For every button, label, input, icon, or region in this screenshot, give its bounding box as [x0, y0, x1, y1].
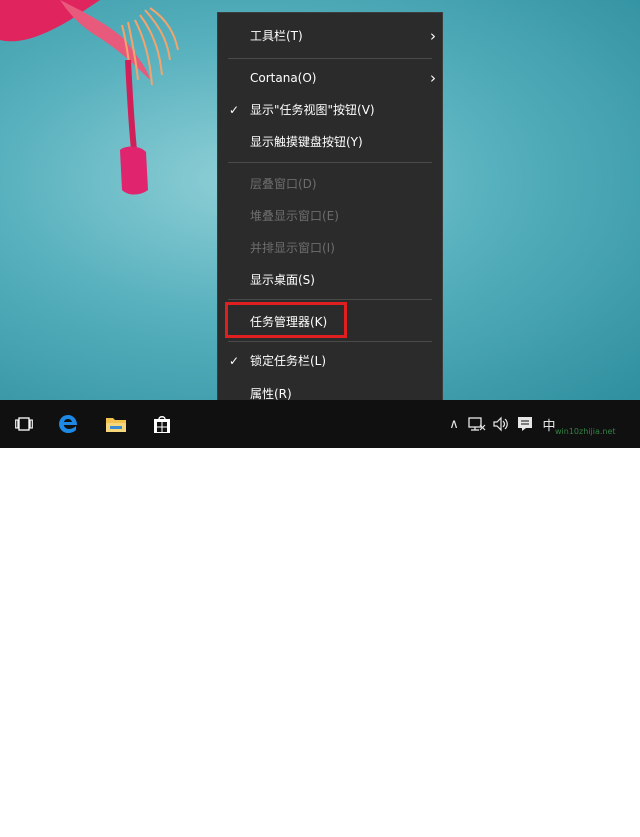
submenu-arrow-icon: › [430, 69, 436, 87]
file-explorer-button[interactable] [96, 400, 136, 448]
submenu-arrow-icon: › [430, 27, 436, 45]
store-button[interactable] [142, 400, 182, 448]
file-explorer-icon [106, 418, 126, 432]
edge-button[interactable] [48, 400, 88, 448]
taskbar: ∧ 中 17:47 2016/4/5 [0, 400, 640, 835]
volume-button[interactable] [490, 400, 512, 448]
task-view-button[interactable] [4, 400, 44, 448]
menu-separator [228, 162, 432, 163]
edge-icon [59, 415, 77, 433]
menu-item-label: 锁定任务栏(L) [250, 354, 327, 368]
input-method-button[interactable]: 中 [538, 400, 560, 448]
menu-item-toolbars[interactable]: 工具栏(T) › [218, 21, 442, 51]
action-center-button[interactable] [514, 400, 536, 448]
taskbar-context-menu: 工具栏(T) › Cortana(O) › ✓ 显示"任务视图"按钮(V) 显示… [217, 12, 443, 412]
menu-item-side-by-side-windows: 并排显示窗口(I) [218, 233, 442, 263]
clock-time: 17:47 [578, 806, 610, 819]
menu-separator [228, 341, 432, 342]
menu-item-label: 属性(R) [250, 387, 292, 401]
menu-item-label: 层叠窗口(D) [250, 177, 317, 191]
store-icon [154, 416, 170, 433]
flower-image [0, 0, 179, 195]
volume-icon [493, 416, 508, 432]
menu-item-show-touch-keyboard-button[interactable]: 显示触摸键盘按钮(Y) [218, 127, 442, 157]
menu-separator [228, 58, 432, 59]
menu-item-label: 堆叠显示窗口(E) [250, 209, 339, 223]
show-hidden-icons-button[interactable]: ∧ [446, 400, 462, 448]
watermark: win10zhijia.net [555, 427, 616, 436]
menu-item-label: 显示"任务视图"按钮(V) [250, 103, 375, 117]
menu-item-label: 显示触摸键盘按钮(Y) [250, 135, 363, 149]
menu-item-lock-taskbar[interactable]: ✓ 锁定任务栏(L) [218, 346, 442, 376]
menu-item-label: 工具栏(T) [250, 29, 303, 43]
task-view-icon [15, 417, 33, 431]
check-icon: ✓ [228, 354, 240, 368]
notification-icon [518, 417, 532, 431]
ime-indicator: 中 [542, 418, 556, 434]
chevron-up-icon: ∧ [449, 416, 459, 432]
highlight-box [225, 302, 347, 338]
menu-item-label: 并排显示窗口(I) [250, 241, 335, 255]
menu-item-show-task-view-button[interactable]: ✓ 显示"任务视图"按钮(V) [218, 95, 442, 125]
network-button[interactable] [466, 400, 488, 448]
menu-item-stack-windows: 堆叠显示窗口(E) [218, 201, 442, 231]
menu-item-cascade-windows: 层叠窗口(D) [218, 169, 442, 199]
menu-item-cortana[interactable]: Cortana(O) › [218, 63, 442, 93]
taskbar-clock[interactable]: 17:47 2016/4/5 [566, 805, 622, 837]
menu-item-label: 显示桌面(S) [250, 273, 315, 287]
menu-item-label: Cortana(O) [250, 71, 317, 85]
menu-item-show-desktop[interactable]: 显示桌面(S) [218, 265, 442, 295]
menu-separator [228, 299, 432, 300]
check-icon: ✓ [228, 103, 240, 117]
clock-date: 2016/4/5 [569, 822, 619, 835]
network-icon [468, 417, 486, 431]
